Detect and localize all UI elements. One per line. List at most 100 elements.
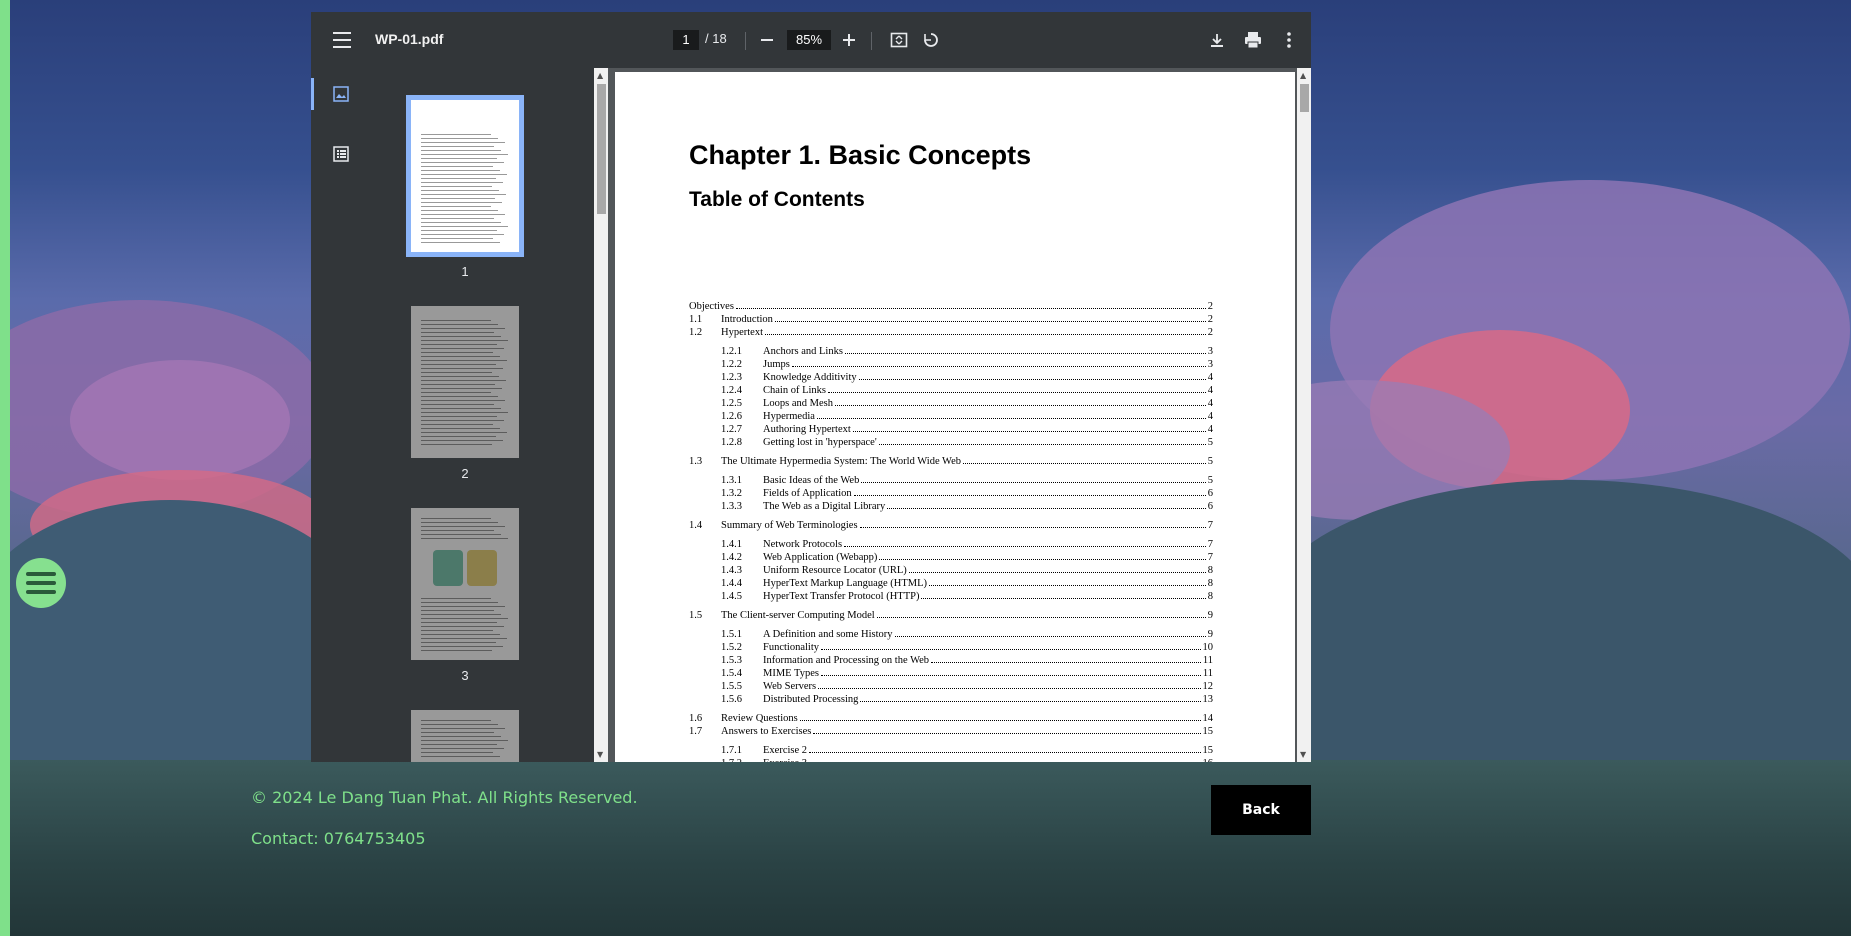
scrollbar-thumb[interactable]: [1300, 84, 1309, 112]
zoom-level-input[interactable]: 85%: [787, 30, 831, 50]
toc-number: 1.4.2: [721, 552, 742, 563]
toc-row: 1.2.2 Jumps 3: [721, 357, 1213, 370]
toc-row: 1.3.2 Fields of Application 6: [721, 486, 1213, 499]
toc-title: Jumps: [763, 359, 790, 370]
list-outline-icon: [333, 146, 349, 162]
toc-number: 1.5.5: [721, 681, 742, 692]
toc-page-number: 4: [1207, 424, 1213, 435]
toc-page-number: 2: [1207, 301, 1213, 312]
outline-tab[interactable]: [311, 132, 371, 176]
toc-title: Loops and Mesh: [763, 398, 833, 409]
fit-page-icon[interactable]: [887, 28, 911, 52]
toc-row: 1.4.5 HyperText Transfer Protocol (HTTP) 8: [721, 589, 1213, 602]
thumbnail-page-3[interactable]: [411, 508, 519, 660]
toc-number: 1.7.2: [721, 758, 763, 762]
toc-title: Network Protocols: [763, 539, 843, 550]
toc-row: 1.5.3 Information and Processing on the W…: [721, 653, 1213, 666]
toc-row: 1.4.2 Web Application (Webapp) 7: [721, 550, 1213, 563]
toc-page-number: 2: [1207, 327, 1213, 338]
toc-title: Review Questions: [721, 713, 798, 724]
toc-row: 1.5.2 Functionality 10: [721, 640, 1213, 653]
print-icon[interactable]: [1241, 28, 1265, 52]
toc-title: Authoring Hypertext: [763, 424, 851, 435]
pdf-viewer: WP-01.pdf 1 / 18 85% 1 2 3 ▲ ▼ Chapter 1…: [311, 12, 1311, 762]
thumbnail-list: 1 2 3: [371, 68, 594, 762]
toc-title: Web Application (Webapp): [763, 552, 878, 563]
toc-row: 1.2.6 Hypermedia 4: [721, 409, 1213, 422]
toc-number: 1.3.3: [721, 501, 742, 512]
scroll-down-arrow-icon[interactable]: ▼: [1300, 750, 1306, 759]
thumbnail-page-4[interactable]: [411, 710, 519, 762]
toc-page-number: 3: [1207, 359, 1213, 370]
footer-copyright: © 2024 Le Dang Tuan Phat. All Rights Res…: [251, 788, 638, 807]
toc-title: Hypertext: [721, 327, 763, 338]
scroll-down-arrow-icon[interactable]: ▼: [597, 750, 603, 759]
toc-page-number: 8: [1207, 578, 1213, 589]
toc-page-number: 12: [1202, 681, 1214, 692]
toc-page-number: 7: [1207, 520, 1213, 531]
toc-number: 1.3: [689, 456, 703, 467]
toc-row: 1.6 Review Questions 14: [689, 711, 1213, 724]
toc-page-number: 7: [1207, 552, 1213, 563]
toc-page-number: 8: [1207, 591, 1213, 602]
toc-page-number: 6: [1207, 488, 1213, 499]
rotate-icon[interactable]: [919, 28, 943, 52]
thumbnail-page-2[interactable]: [411, 306, 519, 458]
toc-number: 1.5.6: [721, 694, 742, 705]
zoom-in-icon[interactable]: [837, 28, 861, 52]
toc-row: 1.5.6 Distributed Processing 13: [721, 692, 1213, 705]
toc-heading: Table of Contents: [689, 188, 865, 211]
toc-title: Knowledge Additivity: [763, 372, 857, 383]
toolbar-divider: [871, 32, 872, 50]
toc-title: MIME Types: [763, 668, 819, 679]
toc-number: 1.2.2: [721, 359, 742, 370]
toc-page-number: 4: [1207, 398, 1213, 409]
zoom-out-icon[interactable]: [755, 28, 779, 52]
toc-number: 1.2.1: [721, 346, 742, 357]
toc-title: Getting lost in 'hyperspace': [763, 437, 877, 448]
toc-number: 1.4.4: [721, 578, 742, 589]
toc-row: 1.2.8 Getting lost in 'hyperspace' 5: [721, 435, 1213, 448]
toc-row: 1.4.4 HyperText Markup Language (HTML) 8: [721, 576, 1213, 589]
toc-title: Distributed Processing: [763, 694, 859, 705]
thumbnail-label: 2: [461, 466, 469, 481]
toc-page-number: 5: [1207, 475, 1213, 486]
toc-number: 1.2.3: [721, 372, 742, 383]
chapter-title: Chapter 1. Basic Concepts: [689, 140, 1032, 170]
more-options-icon[interactable]: [1277, 28, 1301, 52]
toc-number: 1.2: [689, 327, 703, 338]
toc-row: Objectives 2: [689, 299, 1213, 312]
toc-page-number: 11: [1202, 655, 1213, 666]
scroll-up-arrow-icon[interactable]: ▲: [597, 71, 603, 80]
toc-page-number: 4: [1207, 372, 1213, 383]
toc-title: A Definition and some History: [763, 629, 893, 640]
toc-row: 1.4 Summary of Web Terminologies 7: [689, 518, 1213, 531]
toc-number: 1.3.2: [721, 488, 742, 499]
scrollbar-thumb[interactable]: [597, 84, 606, 214]
toc-page-number: 15: [1202, 726, 1214, 737]
thumbnails-tab[interactable]: [311, 72, 371, 116]
toc-row: 1.3.3 The Web as a Digital Library 6: [721, 499, 1213, 512]
toc-title: Summary of Web Terminologies: [721, 520, 858, 531]
floating-menu-button[interactable]: [16, 558, 66, 608]
toc-number: 1.3.1: [721, 475, 742, 486]
toc-title: Chain of Links: [763, 385, 826, 396]
download-icon[interactable]: [1205, 28, 1229, 52]
thumbnail-page-1[interactable]: [406, 95, 524, 257]
sidebar-toggle-menu-icon[interactable]: [333, 30, 351, 50]
toc-number: 1.5: [689, 610, 703, 621]
toc-title: The Ultimate Hypermedia System: The Worl…: [721, 456, 962, 467]
toc-page-number: 7: [1207, 539, 1213, 550]
page-scrollbar[interactable]: ▲ ▼: [1297, 68, 1311, 762]
toc-number: 1.2.4: [721, 385, 742, 396]
document-title: WP-01.pdf: [375, 31, 444, 47]
toc-page-number: 9: [1207, 629, 1213, 640]
toc-title: HyperText Markup Language (HTML): [763, 578, 928, 589]
scroll-up-arrow-icon[interactable]: ▲: [1300, 71, 1306, 80]
thumbnail-scrollbar[interactable]: ▲ ▼: [594, 68, 608, 762]
back-button[interactable]: Back: [1211, 785, 1311, 835]
toc-row: 1.3 The Ultimate Hypermedia System: The W…: [689, 454, 1213, 467]
toc-number: 1.4.1: [721, 539, 742, 550]
toc-row: 1.2.7 Authoring Hypertext 4: [721, 422, 1213, 435]
page-number-input[interactable]: 1: [673, 30, 699, 50]
